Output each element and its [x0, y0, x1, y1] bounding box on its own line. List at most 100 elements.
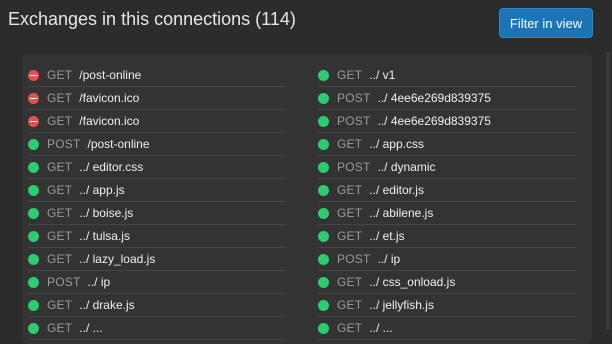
http-method: GET — [47, 206, 73, 220]
exchange-row[interactable]: GET ../ css_onload.js — [318, 271, 576, 294]
http-method: GET — [47, 229, 73, 243]
request-path: ../ editor.js — [369, 183, 424, 197]
exchange-row[interactable]: GET ../ lazy_load.js — [28, 248, 287, 271]
http-method: POST — [47, 275, 81, 289]
success-status-icon — [318, 184, 329, 196]
request-path: ../ jellyfish.js — [369, 298, 434, 312]
request-path: ../ ... — [369, 321, 393, 335]
page-title: Exchanges in this connections (114) — [8, 9, 296, 29]
http-method: GET — [47, 252, 73, 266]
exchange-row[interactable]: GET ../ app.css — [318, 133, 576, 156]
success-status-icon — [28, 184, 39, 196]
http-method: POST — [337, 114, 371, 128]
http-method: POST — [47, 137, 81, 151]
success-status-icon — [318, 138, 329, 150]
exchanges-column-right: GET ../ v1 POST ../ 4ee6e269d839375 POST ../ … — [318, 64, 576, 340]
request-path: ../ app.css — [369, 137, 424, 151]
filter-in-view-button[interactable]: Filter in view — [499, 8, 593, 38]
request-path: ../ ... — [79, 321, 103, 335]
success-status-icon — [318, 69, 329, 81]
success-status-icon — [318, 207, 329, 219]
exchange-row[interactable]: GET/favicon.ico — [28, 87, 287, 110]
request-path: ../ app.js — [79, 183, 125, 197]
exchange-row[interactable]: POST ../ 4ee6e269d839375 — [318, 87, 576, 110]
request-path: /favicon.ico — [79, 114, 140, 128]
request-path: ../ ip — [377, 252, 401, 266]
request-path: ../ lazy_load.js — [79, 252, 156, 266]
http-method: POST — [337, 252, 371, 266]
http-method: GET — [47, 114, 73, 128]
exchange-row[interactable]: POST ../ dynamic — [318, 156, 576, 179]
exchange-row[interactable]: GET ../ abilene.js — [318, 202, 576, 225]
http-method: GET — [337, 206, 363, 220]
exchange-row[interactable]: GET ../ app.js — [28, 179, 287, 202]
exchanges-column-left: GET/post-online GET/favicon.ico GET/favico… — [28, 64, 287, 340]
http-method: GET — [337, 229, 363, 243]
exchange-row[interactable]: POST ../ ip — [318, 248, 576, 271]
success-status-icon — [28, 207, 39, 219]
exchange-row[interactable]: POST ../ 4ee6e269d839375 — [318, 110, 576, 133]
success-status-icon — [28, 230, 39, 242]
error-status-icon — [28, 92, 39, 104]
success-status-icon — [28, 276, 39, 288]
exchange-row[interactable]: GET ../ drake.js — [28, 294, 287, 317]
exchange-row[interactable]: GET ../ jellyfish.js — [318, 294, 576, 317]
exchange-row[interactable]: POST/post-online — [28, 133, 287, 156]
success-status-icon — [318, 322, 329, 334]
exchange-row[interactable]: GET ../ v1 — [318, 64, 576, 87]
request-path: ../ css_onload.js — [369, 275, 456, 289]
request-path: /post-online — [79, 68, 142, 82]
success-status-icon — [318, 92, 329, 104]
exchange-row[interactable]: GET ../ boise.js — [28, 202, 287, 225]
request-path: ../ drake.js — [79, 298, 135, 312]
http-method: GET — [337, 137, 363, 151]
request-path: ../ ip — [87, 275, 111, 289]
http-method: GET — [47, 68, 73, 82]
http-method: GET — [337, 275, 363, 289]
request-path: /favicon.ico — [79, 91, 140, 105]
panel-header: Exchanges in this connections (114) Filt… — [0, 0, 612, 50]
http-method: GET — [337, 183, 363, 197]
request-path: ../ dynamic — [377, 160, 436, 174]
request-path: /post-online — [87, 137, 150, 151]
exchange-row[interactable]: GET/post-online — [28, 64, 287, 87]
success-status-icon — [28, 299, 39, 311]
success-status-icon — [318, 161, 329, 173]
success-status-icon — [318, 299, 329, 311]
success-status-icon — [28, 138, 39, 150]
request-path: ../ 4ee6e269d839375 — [377, 114, 491, 128]
success-status-icon — [318, 115, 329, 127]
http-method: POST — [337, 91, 371, 105]
exchanges-list: GET/post-online GET/favicon.ico GET/favico… — [22, 54, 592, 344]
request-path: ../ boise.js — [79, 206, 134, 220]
http-method: GET — [47, 321, 73, 335]
http-method: GET — [47, 183, 73, 197]
http-method: GET — [337, 68, 363, 82]
exchange-row[interactable]: GET ../ et.js — [318, 225, 576, 248]
request-path: ../ et.js — [369, 229, 405, 243]
request-path: ../ abilene.js — [369, 206, 434, 220]
http-method: GET — [337, 298, 363, 312]
exchange-row[interactable]: GET ../ editor.js — [318, 179, 576, 202]
success-status-icon — [28, 253, 39, 265]
success-status-icon — [318, 230, 329, 242]
http-method: GET — [47, 160, 73, 174]
http-method: GET — [47, 298, 73, 312]
request-path: ../ 4ee6e269d839375 — [377, 91, 491, 105]
exchange-row[interactable]: GET ../ tulsa.js — [28, 225, 287, 248]
success-status-icon — [28, 322, 39, 334]
error-status-icon — [28, 69, 39, 81]
exchange-row[interactable]: GET ../ editor.css — [28, 156, 287, 179]
exchange-row[interactable]: GET/favicon.ico — [28, 110, 287, 133]
http-method: GET — [337, 321, 363, 335]
scrollbar[interactable] — [606, 52, 610, 329]
success-status-icon — [318, 253, 329, 265]
success-status-icon — [28, 161, 39, 173]
http-method: GET — [47, 91, 73, 105]
request-path: ../ v1 — [369, 68, 396, 82]
request-path: ../ editor.css — [79, 160, 144, 174]
request-path: ../ tulsa.js — [79, 229, 130, 243]
success-status-icon — [318, 276, 329, 288]
http-method: POST — [337, 160, 371, 174]
exchange-row[interactable]: POST ../ ip — [28, 271, 287, 294]
